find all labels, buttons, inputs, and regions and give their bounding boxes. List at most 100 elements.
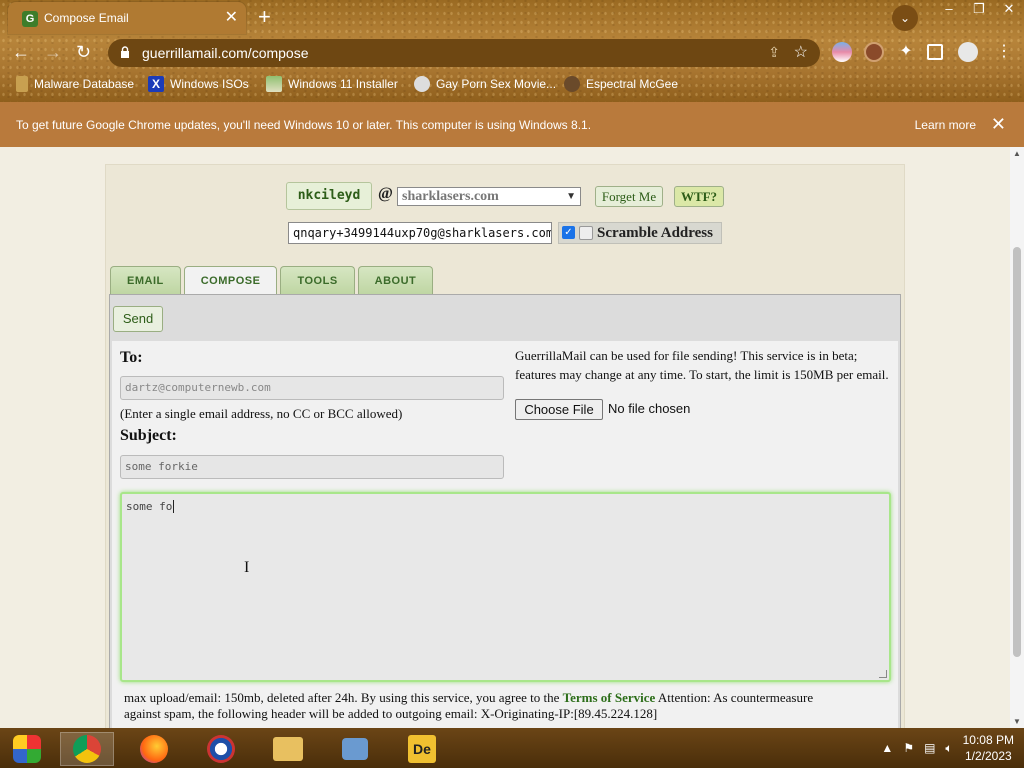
- choose-file-button[interactable]: Choose File: [515, 399, 603, 420]
- domain-select[interactable]: sharklasers.com ▼: [397, 187, 581, 206]
- resize-grip-icon[interactable]: [879, 670, 887, 678]
- site-icon: [414, 76, 430, 92]
- malware-icon: [16, 76, 28, 92]
- tab-close-icon[interactable]: ✕: [225, 8, 238, 28]
- extensions-puzzle-icon[interactable]: ✦: [896, 42, 916, 62]
- restore-icon[interactable]: ❐: [964, 0, 994, 20]
- bookmark-label: Windows 11 Installer: [288, 77, 398, 91]
- flag-icon[interactable]: ⚑: [903, 741, 914, 755]
- taskbar-chrome[interactable]: [60, 732, 114, 766]
- volume-icon[interactable]: 🔈︎: [945, 741, 952, 756]
- to-label: To:: [120, 349, 143, 366]
- scramble-label: Scramble Address: [597, 225, 713, 241]
- inbox-username[interactable]: nkcileyd: [286, 182, 372, 210]
- to-hint-text: (Enter a single email address, no CC or …: [120, 406, 403, 421]
- wtf-button[interactable]: WTF?: [674, 186, 724, 207]
- taskbar-network-app[interactable]: [328, 732, 382, 766]
- clock[interactable]: 10:08 PM 1/2/2023: [963, 732, 1014, 764]
- bookmark-windows-11-installer[interactable]: Windows 11 Installer: [266, 76, 398, 92]
- share-icon[interactable]: ⇪: [768, 44, 780, 61]
- infobar-message: To get future Google Chrome updates, you…: [16, 118, 592, 132]
- web-page: nkcileyd @ sharklasers.com ▼ Forget Me W…: [0, 147, 1010, 728]
- bookmark-label: Malware Database: [34, 77, 135, 91]
- campaign-logo-icon: [207, 735, 235, 763]
- scroll-up-icon[interactable]: ▲: [1013, 149, 1021, 158]
- footer-text-pre: max upload/email: 150mb, deleted after 2…: [124, 690, 563, 705]
- minimize-icon[interactable]: –: [934, 0, 964, 20]
- mouse-ibeam-cursor-icon: I: [244, 559, 250, 576]
- image-icon: [266, 76, 282, 92]
- bookmark-malware-database[interactable]: Malware Database: [16, 76, 134, 92]
- bookmark-espectral-mcgee[interactable]: Espectral McGee: [564, 76, 678, 92]
- main-tabs: EMAIL COMPOSE TOOLS ABOUT: [110, 266, 434, 295]
- taskbar-file-explorer[interactable]: [261, 732, 315, 766]
- scroll-down-icon[interactable]: ▼: [1013, 717, 1021, 726]
- back-arrow-icon[interactable]: ←: [12, 42, 30, 62]
- tab-search-chevron-icon[interactable]: ⌄: [892, 5, 918, 31]
- scrambled-address-field[interactable]: qnqary+3499144uxp70g@sharklasers.com: [288, 222, 552, 244]
- clock-time: 10:08 PM: [962, 733, 1014, 747]
- chrome-icon: [73, 735, 101, 763]
- guerrilla-container: nkcileyd @ sharklasers.com ▼ Forget Me W…: [105, 164, 905, 728]
- taskbar-app-circle[interactable]: [194, 732, 248, 766]
- subject-label: Subject:: [120, 427, 177, 444]
- tab-about[interactable]: ABOUT: [357, 266, 434, 294]
- compose-form: To: dartz@computernewb.com (Enter a sing…: [112, 341, 898, 728]
- tab-tools[interactable]: TOOLS: [280, 266, 355, 294]
- start-button[interactable]: [0, 732, 54, 766]
- extension-flag-icon[interactable]: [832, 42, 852, 62]
- forget-me-button[interactable]: Forget Me: [595, 186, 663, 207]
- to-field[interactable]: dartz@computernewb.com: [120, 376, 504, 400]
- browser-frame: G Compose Email ✕ + ⌄ – ❐ ✕ ← → ↻ guerri…: [0, 0, 1024, 102]
- firefox-icon: [140, 735, 168, 763]
- window-close-icon[interactable]: ✕: [994, 0, 1024, 20]
- file-sending-note: GuerrillaMail can be used for file sendi…: [515, 348, 889, 382]
- footer-notice: max upload/email: 150mb, deleted after 2…: [124, 690, 834, 722]
- url-text: guerrillamail.com/compose: [142, 45, 309, 61]
- lock-icon: [121, 46, 129, 58]
- bookmarks-bar: Malware Database X Windows ISOs Windows …: [0, 72, 1024, 98]
- navigation-bar: ← → ↻ guerrillamail.com/compose ⇪ ☆ ✦ ⋮: [0, 36, 1024, 70]
- new-tab-plus-icon[interactable]: +: [258, 4, 271, 30]
- profile-avatar-icon[interactable]: [958, 42, 978, 62]
- chrome-menu-icon[interactable]: ⋮: [996, 42, 1012, 62]
- infobar-close-icon[interactable]: ✕: [991, 114, 1006, 135]
- network-icon[interactable]: ▤: [924, 741, 935, 755]
- tab-compose[interactable]: COMPOSE: [183, 266, 278, 295]
- scramble-checkbox[interactable]: ✓: [562, 226, 575, 239]
- scramble-address-toggle[interactable]: ✓ Scramble Address: [558, 222, 722, 244]
- subject-field[interactable]: some forkie: [120, 455, 504, 479]
- bookmark-star-icon[interactable]: ☆: [794, 42, 808, 62]
- tray-overflow-chevron-icon[interactable]: ▲: [881, 741, 893, 755]
- bookmark-windows-isos[interactable]: X Windows ISOs: [148, 76, 249, 92]
- guerrilla-favicon-icon: G: [22, 11, 38, 27]
- send-button[interactable]: Send: [113, 306, 163, 332]
- taskbar-firefox[interactable]: [127, 732, 181, 766]
- x-icon: X: [148, 76, 164, 92]
- scroll-thumb[interactable]: [1013, 247, 1021, 657]
- folder-icon: [273, 737, 303, 761]
- chevron-down-icon: ▼: [566, 191, 576, 202]
- taskbar-dev-app[interactable]: De: [395, 732, 449, 766]
- terms-of-service-link[interactable]: Terms of Service: [563, 690, 656, 705]
- system-tray: ▲ ⚑ ▤ 🔈︎ 10:08 PM 1/2/2023: [881, 728, 1014, 768]
- extension-avatar-icon[interactable]: [864, 42, 884, 62]
- forward-arrow-icon[interactable]: →: [44, 42, 62, 62]
- side-panel-icon[interactable]: [927, 44, 943, 60]
- network-computers-icon: [342, 738, 368, 760]
- browser-tab-active[interactable]: G Compose Email ✕: [8, 2, 246, 34]
- domain-selected-value: sharklasers.com: [402, 189, 499, 204]
- page-scrollbar[interactable]: ▲ ▼: [1010, 147, 1024, 728]
- at-sign: @: [378, 185, 393, 202]
- bookmark-label: Espectral McGee: [586, 77, 679, 91]
- reload-icon[interactable]: ↻: [76, 42, 91, 62]
- learn-more-link[interactable]: Learn more: [915, 118, 976, 132]
- compose-panel: Send To: dartz@computernewb.com (Enter a…: [109, 294, 901, 728]
- tab-email[interactable]: EMAIL: [110, 266, 181, 294]
- message-body-textarea[interactable]: some fo I: [120, 492, 891, 682]
- de-app-icon: De: [408, 735, 436, 763]
- bookmark-site[interactable]: Gay Porn Sex Movie...: [414, 76, 556, 92]
- clock-date: 1/2/2023: [964, 749, 1012, 763]
- avatar-icon: [564, 76, 580, 92]
- address-bar[interactable]: guerrillamail.com/compose ⇪ ☆: [108, 39, 820, 67]
